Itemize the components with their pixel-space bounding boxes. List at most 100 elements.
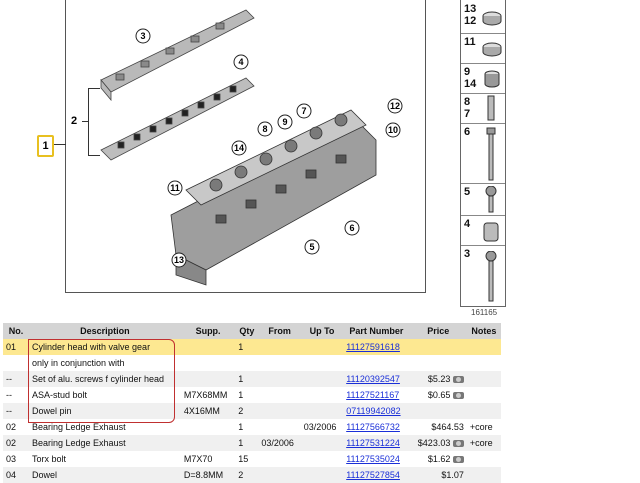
strip-cell-9-14[interactable]: 9 14 [461, 63, 505, 94]
bracket-2-bottom [88, 155, 100, 156]
cell-part-number [343, 355, 409, 371]
cell-part-number: 11127521167 [343, 387, 409, 403]
camera-icon[interactable] [452, 376, 464, 384]
cell-notes [466, 467, 501, 483]
part-number-link[interactable]: 11127531224 [346, 438, 400, 448]
cell-supp [181, 355, 235, 371]
callout-11: 11 [167, 180, 183, 196]
cell-part-number: 11127527854 [343, 467, 410, 483]
cell-qty: 1 [235, 371, 259, 387]
cell-supp: M7X70 [183, 454, 213, 464]
callout-6: 6 [344, 220, 360, 236]
cell-up-to [301, 387, 343, 403]
table-row[interactable]: only in conjunction with [3, 355, 501, 371]
svg-text:3: 3 [140, 31, 145, 41]
camera-icon[interactable] [452, 440, 464, 448]
part-number-link[interactable]: 11127591618 [346, 342, 400, 352]
strip-cell-8-7[interactable]: 8 7 [461, 93, 505, 124]
table-row[interactable]: 02 Bearing Ledge Exhaust 1 03/2006 111275312… [3, 435, 501, 451]
col-part-number: Part Number [343, 323, 410, 339]
cell-up-to: 03/2006 [303, 422, 337, 432]
cell-notes [466, 403, 501, 419]
part-number-link[interactable]: 07119942082 [346, 406, 400, 416]
callout-8: 8 [257, 121, 273, 137]
col-no: No. [3, 323, 29, 339]
cell-supp: M7X68MM [183, 390, 228, 400]
camera-icon[interactable] [452, 456, 464, 464]
strip-cell-3[interactable]: 3 [461, 245, 505, 306]
cell-from [258, 339, 301, 355]
table-row[interactable]: 03 Torx bolt M7X70 15 11127535024 $1.62 [3, 451, 501, 467]
svg-text:6: 6 [349, 223, 354, 233]
strip-cell-4[interactable]: 4 [461, 215, 505, 246]
cell-no: 04 [3, 467, 29, 483]
table-row[interactable]: -- Dowel pin 4X16MM 2 07119942082 [3, 403, 501, 419]
col-description: Description [29, 323, 181, 339]
table-row[interactable]: -- Set of alu. screws f cylinder head 1 111… [3, 371, 501, 387]
parts-table: No. Description Supp. Qty From Up To Par… [3, 323, 501, 483]
callout-13: 13 [171, 252, 187, 268]
cell-notes [467, 451, 501, 467]
svg-text:10: 10 [388, 125, 398, 135]
callout-2: 2 [71, 115, 78, 127]
callout-3: 3 [135, 28, 151, 44]
callout-1-highlighted[interactable]: 1 [37, 135, 54, 157]
table-row[interactable]: 01 Cylinder head with valve gear 1 11127591… [3, 339, 501, 355]
cell-notes [467, 387, 501, 403]
cell-qty: 2 [235, 467, 259, 483]
part-number-link[interactable]: 11127535024 [346, 454, 400, 464]
cell-no: 02 [3, 435, 29, 451]
svg-text:8: 8 [262, 124, 267, 134]
cell-from [258, 355, 300, 371]
callout-9: 9 [277, 114, 293, 130]
cell-from [258, 387, 300, 403]
part-number-link[interactable]: 11127566732 [346, 422, 400, 432]
cell-price: $1.07 [409, 467, 467, 483]
svg-text:4: 4 [238, 57, 243, 67]
cell-part-number: 07119942082 [343, 403, 410, 419]
cell-from [258, 467, 301, 483]
cylinder-head-body [170, 109, 377, 286]
cell-qty: 1 [235, 339, 259, 355]
seal-icon [484, 70, 500, 88]
cap-icon [482, 11, 502, 26]
part-number-link[interactable]: 11127527854 [346, 470, 400, 480]
strip-cell-11[interactable]: 11 [461, 33, 505, 64]
camera-icon[interactable] [452, 392, 464, 400]
part-number-link[interactable]: 11127521167 [346, 390, 399, 400]
callout-4: 4 [233, 54, 249, 70]
svg-text:14: 14 [234, 143, 244, 153]
strip-cell-6[interactable]: 6 [461, 123, 505, 184]
svg-text:7: 7 [301, 106, 306, 116]
col-qty: Qty [235, 323, 259, 339]
callout-14: 14 [231, 140, 247, 156]
cell-description: Bearing Ledge Exhaust [29, 435, 181, 451]
strip-cell-5[interactable]: 5 [461, 183, 505, 216]
col-notes: Notes [466, 323, 501, 339]
table-row[interactable]: 04 Dowel D=8.8MM 2 11127527854 $1.07 [3, 467, 501, 483]
part-number-link[interactable]: 11120392547 [346, 374, 400, 384]
cell-supp [181, 419, 235, 435]
strip-cell-13-12[interactable]: 13 12 [461, 0, 505, 34]
cell-supp [180, 339, 236, 355]
callout-12: 12 [387, 98, 403, 114]
cell-description: Dowel pin [29, 403, 181, 419]
cell-description: Dowel [29, 467, 181, 483]
callout-10: 10 [385, 122, 401, 138]
cell-description: Bearing Ledge Exhaust [32, 422, 126, 432]
cell-no [3, 355, 29, 371]
cell-up-to [300, 403, 344, 419]
cylinder-head-illustration: 3 4 7 12 8 9 10 14 11 6 5 13 [100, 9, 403, 286]
cell-supp [180, 435, 236, 451]
table-row[interactable]: 02 Bearing Ledge Exhaust 1 03/2006 111275667… [3, 419, 501, 435]
cap-icon [482, 42, 502, 57]
cell-from [258, 403, 301, 419]
figure-id: 161165 [471, 308, 498, 317]
table-header-row: No. Description Supp. Qty From Up To Par… [3, 323, 501, 339]
cell-description: Torx bolt [32, 454, 67, 464]
cell-up-to [301, 451, 343, 467]
camshaft-carrier-lower [100, 77, 255, 161]
cell-notes [466, 339, 501, 355]
table-row[interactable]: -- ASA-stud bolt M7X68MM 1 11127521167 $0.65 [3, 387, 501, 403]
bracket-2-top [88, 88, 100, 89]
